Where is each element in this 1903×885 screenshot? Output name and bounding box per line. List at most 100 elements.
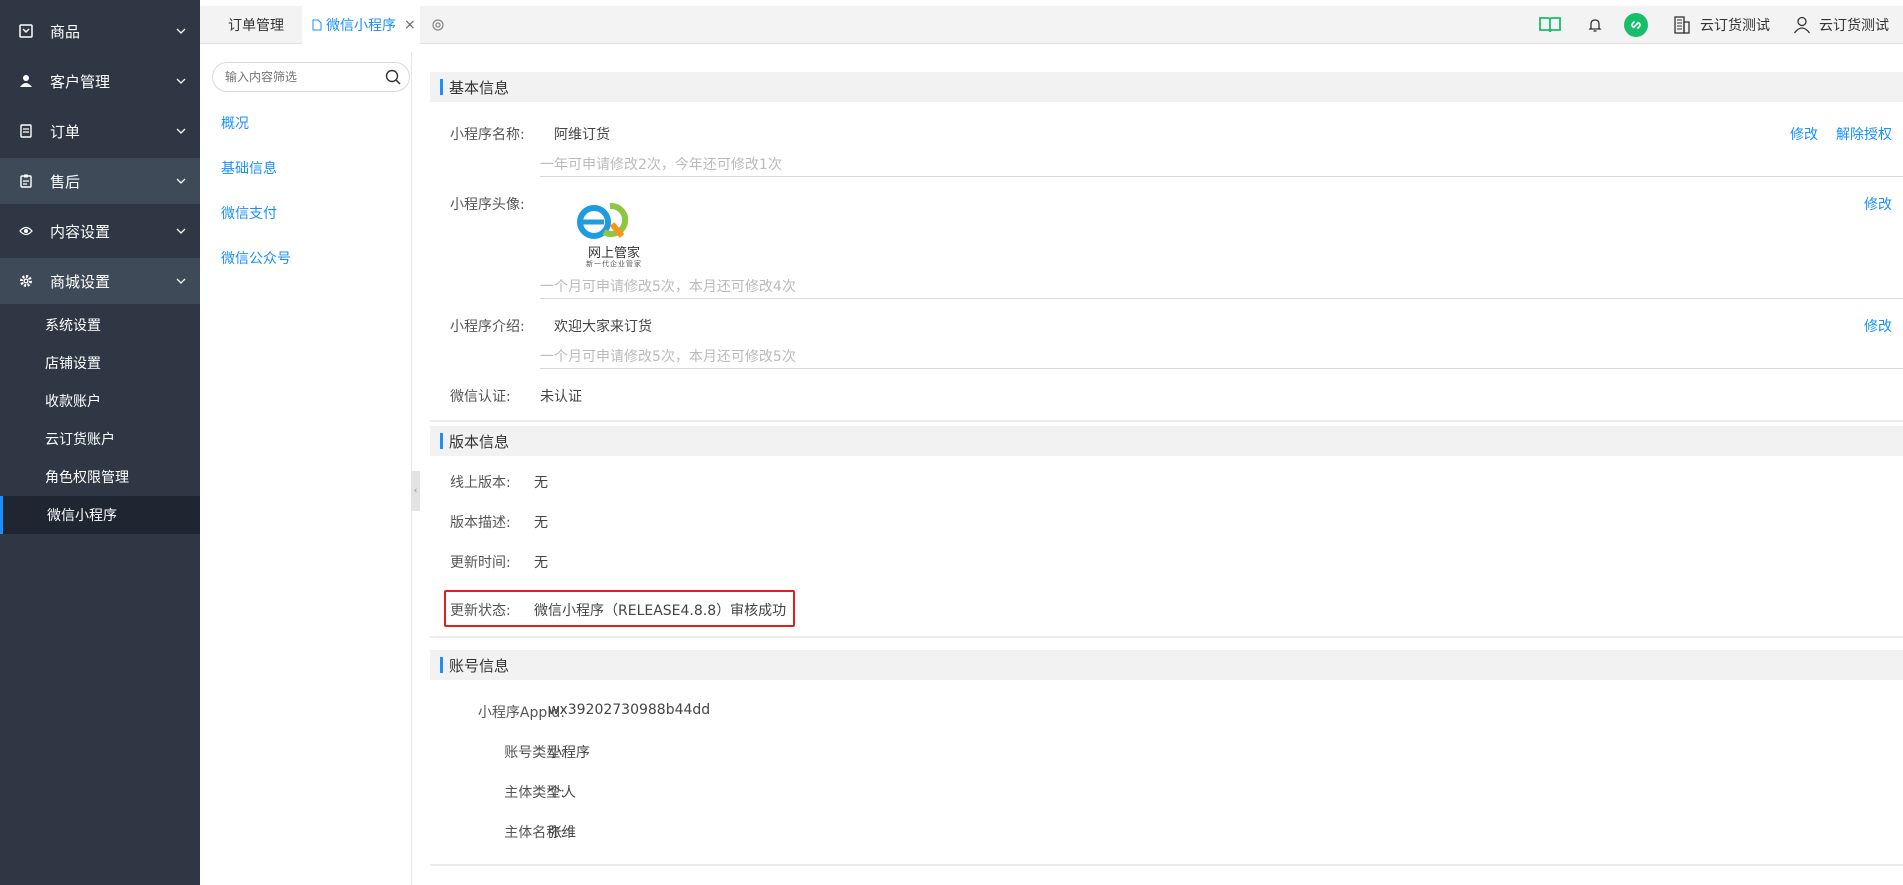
bell-icon[interactable] xyxy=(1585,6,1605,44)
section-version-info: 版本信息 xyxy=(430,426,1903,456)
submenu-cloud-order-account[interactable]: 云订货账户 xyxy=(0,420,200,458)
customer-icon xyxy=(18,73,34,89)
document-icon xyxy=(312,19,322,31)
tab-settings-gear-icon[interactable] xyxy=(428,6,448,44)
close-icon[interactable]: × xyxy=(404,17,416,33)
sidebar-item-label: 商品 xyxy=(50,22,81,41)
mini-program-link-icon[interactable] xyxy=(1623,6,1649,44)
section-marker xyxy=(440,657,443,673)
edit-intro-button[interactable]: 修改 xyxy=(1864,316,1892,336)
submenu-shop-settings[interactable]: 店铺设置 xyxy=(0,344,200,382)
online-version-value: 无 xyxy=(534,475,548,491)
section-marker xyxy=(440,433,443,449)
logo-subtext: 新一代企业管家 xyxy=(586,260,642,268)
chevron-down-icon xyxy=(174,224,188,238)
sidebar-item-orders[interactable]: 订单 xyxy=(0,108,200,154)
chevron-down-icon xyxy=(174,74,188,88)
account-type-value: 小程序 xyxy=(548,745,590,761)
sidebar: 商品 客户管理 订单 售后 内容设置 商城设置 系统设置 店铺设置 收款账户 云… xyxy=(0,0,200,885)
section-title: 基本信息 xyxy=(449,78,510,97)
submenu-system-settings[interactable]: 系统设置 xyxy=(0,306,200,344)
name-hint: 一年可申请修改2次，今年还可修改1次 xyxy=(540,157,782,173)
book-icon[interactable] xyxy=(1538,6,1562,44)
section-title: 版本信息 xyxy=(449,432,510,451)
product-icon xyxy=(18,23,34,39)
verify-value: 未认证 xyxy=(540,389,582,405)
nav-overview[interactable]: 概况 xyxy=(221,113,249,133)
nav-basic-info[interactable]: 基础信息 xyxy=(221,158,277,178)
section-separator xyxy=(430,864,1903,866)
name-value: 阿维订货 xyxy=(554,127,610,143)
divider xyxy=(540,176,1903,177)
divider xyxy=(540,298,1903,299)
main-content: 基本信息 小程序名称: 阿维订货 修改 解除授权 一年可申请修改2次，今年还可修… xyxy=(420,52,1903,885)
mini-program-avatar-logo: 网上管家 新一代企业管家 xyxy=(564,198,656,272)
tab-wechat-mini-program[interactable]: 微信小程序 × xyxy=(302,6,420,44)
intro-hint: 一个月可申请修改5次，本月还可修改5次 xyxy=(540,349,796,365)
divider xyxy=(540,368,1903,369)
sidebar-item-content-settings[interactable]: 内容设置 xyxy=(0,208,200,254)
section-basic-info: 基本信息 xyxy=(430,72,1903,102)
sidebar-item-label: 售后 xyxy=(50,172,81,191)
update-status-value: 微信小程序（RELEASE4.8.8）审核成功 xyxy=(534,603,787,619)
top-bar: 订单管理 微信小程序 × 云订货测试 云订货测试 xyxy=(200,6,1903,44)
company-switch[interactable]: 云订货测试 xyxy=(1674,6,1770,44)
sidebar-item-label: 内容设置 xyxy=(50,222,111,241)
section-separator xyxy=(430,420,1903,422)
building-icon xyxy=(1674,16,1690,34)
intro-label: 小程序介绍: xyxy=(450,319,525,335)
gear-icon xyxy=(18,273,34,289)
sidebar-item-label: 订单 xyxy=(50,122,81,141)
sidebar-item-mall-settings[interactable]: 商城设置 xyxy=(0,258,200,304)
submenu-wechat-mini-program[interactable]: 微信小程序 xyxy=(0,496,200,534)
user-menu[interactable]: 云订货测试 xyxy=(1793,6,1889,44)
tab-label: 订单管理 xyxy=(228,18,284,34)
sidebar-item-customers[interactable]: 客户管理 xyxy=(0,58,200,104)
order-icon xyxy=(18,123,34,139)
sidebar-item-label: 客户管理 xyxy=(50,72,111,91)
section-title: 账号信息 xyxy=(449,656,510,675)
version-desc-label: 版本描述: xyxy=(450,515,511,531)
search-icon[interactable] xyxy=(385,69,401,89)
update-time-label: 更新时间: xyxy=(450,555,511,571)
user-icon xyxy=(1793,16,1811,34)
company-name: 云订货测试 xyxy=(1700,18,1770,34)
collapse-handle[interactable]: ‹ xyxy=(411,471,420,511)
edit-avatar-button[interactable]: 修改 xyxy=(1864,194,1892,214)
unbind-button[interactable]: 解除授权 xyxy=(1836,124,1892,144)
sidebar-item-products[interactable]: 商品 xyxy=(0,8,200,54)
section-account-info: 账号信息 xyxy=(430,650,1903,680)
section-separator xyxy=(430,636,1903,638)
verify-label: 微信认证: xyxy=(450,389,511,405)
sidebar-item-after-sales[interactable]: 售后 xyxy=(0,158,200,204)
tab-label: 微信小程序 xyxy=(326,18,396,34)
chevron-down-icon xyxy=(174,274,188,288)
chevron-down-icon xyxy=(174,174,188,188)
edit-name-button[interactable]: 修改 xyxy=(1790,124,1818,144)
tab-order-management[interactable]: 订单管理 xyxy=(210,6,294,44)
online-version-label: 线上版本: xyxy=(450,475,511,491)
nav-wechat-official-account[interactable]: 微信公众号 xyxy=(221,248,291,268)
update-time-value: 无 xyxy=(534,555,548,571)
search-input[interactable] xyxy=(225,70,375,84)
submenu-role-permissions[interactable]: 角色权限管理 xyxy=(0,458,200,496)
chevron-down-icon xyxy=(174,124,188,138)
eye-icon xyxy=(18,223,34,239)
name-label: 小程序名称: xyxy=(450,127,525,143)
nav-wechat-pay[interactable]: 微信支付 xyxy=(221,203,277,223)
subject-type-value: 个人 xyxy=(548,785,576,801)
user-name: 云订货测试 xyxy=(1819,18,1889,34)
section-marker xyxy=(440,79,443,95)
submenu-payment-account[interactable]: 收款账户 xyxy=(0,382,200,420)
subject-name-value: 张维 xyxy=(548,825,576,841)
after-sales-icon xyxy=(18,173,34,189)
version-desc-value: 无 xyxy=(534,515,548,531)
avatar-hint: 一个月可申请修改5次，本月还可修改4次 xyxy=(540,279,796,295)
avatar-label: 小程序头像: xyxy=(450,197,525,213)
chevron-down-icon xyxy=(174,24,188,38)
appid-value: wx39202730988b44dd xyxy=(548,702,711,718)
update-status-label: 更新状态: xyxy=(450,603,511,619)
sidebar-item-label: 商城设置 xyxy=(50,272,111,291)
chevron-left-icon: ‹ xyxy=(413,486,418,496)
intro-value: 欢迎大家来订货 xyxy=(554,319,652,335)
